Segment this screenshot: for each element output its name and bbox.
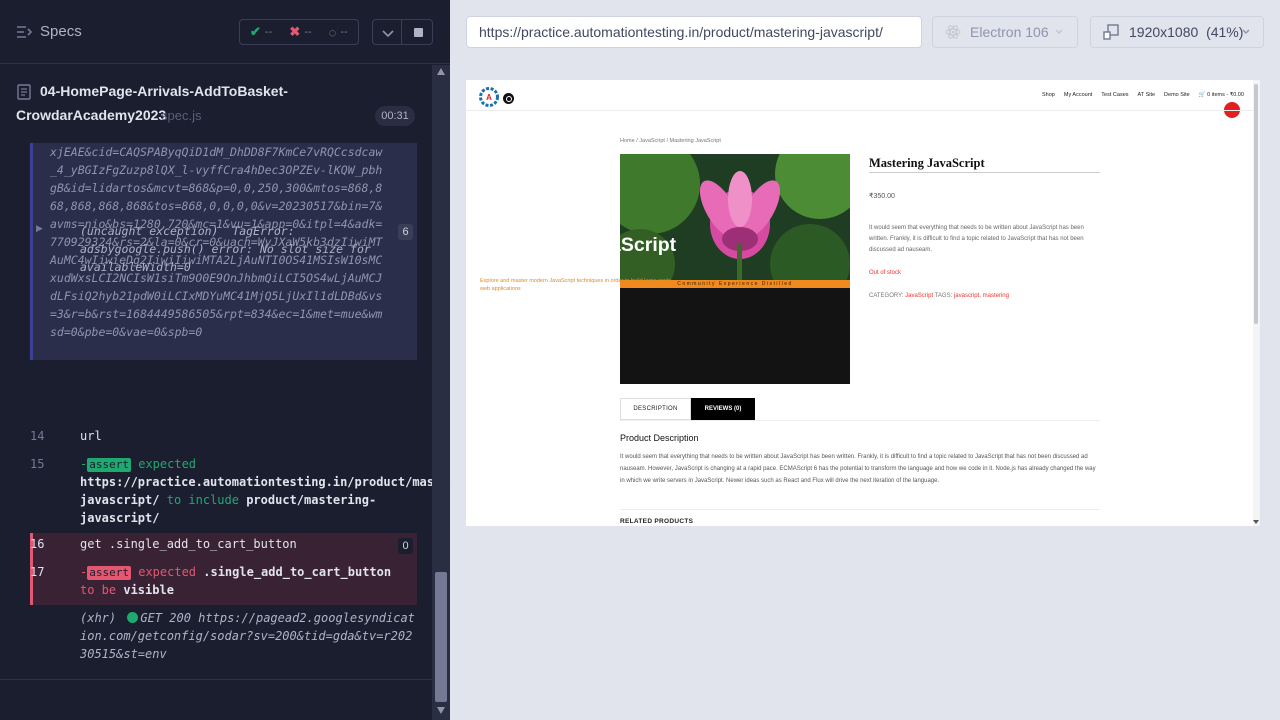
scroll-down-icon[interactable]: [1253, 520, 1259, 524]
stock-status: Out of stock: [869, 270, 902, 276]
passed-stat: ✔ --: [240, 24, 279, 40]
stop-button[interactable]: [401, 19, 433, 45]
test-stats: ✔ -- ✖ -- ◌ --: [239, 19, 359, 45]
related-products-heading: RELATED PRODUCTS: [620, 518, 694, 525]
tab-reviews[interactable]: REVIEWS (0): [691, 398, 755, 420]
chevron-down-icon: [382, 30, 394, 38]
file-icon: [17, 84, 31, 100]
xhr-prefix: (xhr): [80, 611, 117, 625]
product-title: Mastering JavaScript: [869, 156, 985, 170]
assert-selector: .single_add_to_cart_button: [203, 565, 392, 579]
assert-pass-entry[interactable]: - assert expected https://practice.automa…: [80, 455, 485, 527]
assert-tobe: to be: [80, 583, 117, 597]
pending-stat: ◌ --: [319, 25, 358, 40]
nav-shop[interactable]: Shop: [1042, 92, 1055, 98]
site-logo-icon[interactable]: A: [478, 86, 500, 108]
element-count: 0: [398, 538, 413, 554]
stop-icon: [414, 28, 423, 37]
assert-badge: assert: [87, 458, 131, 472]
line-number: 16: [30, 537, 45, 551]
preview-scrollbar-thumb[interactable]: [1254, 84, 1258, 324]
svg-text:A: A: [486, 93, 492, 102]
assert-expected: expected: [138, 565, 197, 579]
product-meta: CATEGORY: JavaScript TAGS: javascript, m…: [869, 293, 1009, 299]
pending-icon: ◌: [328, 24, 337, 40]
tab-description[interactable]: DESCRIPTION: [620, 398, 691, 420]
cover-subtitle: Explore and master modern JavaScript tec…: [480, 278, 672, 292]
site-search-icon[interactable]: [503, 93, 514, 104]
nav-demo-site[interactable]: Demo Site: [1164, 92, 1190, 98]
product-price: ₹350.00: [869, 193, 895, 200]
line-number: 17: [30, 565, 45, 579]
url-bar[interactable]: https://practice.automationtesting.in/pr…: [466, 16, 922, 48]
scrollbar-thumb[interactable]: [435, 572, 447, 702]
check-icon: ✔: [250, 24, 261, 39]
xhr-status: GET 200: [140, 611, 191, 625]
chevron-down-icon: [1055, 29, 1063, 34]
tags-link[interactable]: javascript, mastering: [954, 293, 1009, 299]
title-divider: [869, 172, 1100, 173]
cover-title: Mastering JavaScript: [480, 234, 677, 256]
passed-count: --: [264, 26, 273, 38]
assert-expected: expected: [138, 457, 197, 471]
line-number: 14: [30, 429, 45, 443]
spec-name: 04-HomePage-Arrivals-AddToBasket-: [40, 83, 288, 99]
cover-lower: [620, 288, 850, 384]
exception-count: 6: [398, 224, 413, 240]
runner-panel: Specs ✔ -- ✖ -- ◌ -- 04-HomePage-Arrival…: [0, 0, 485, 720]
exception-entry[interactable]: (uncaught exception) TagError: adsbygoog…: [80, 222, 400, 276]
site-nav: Shop My Account Test Cases AT Site Demo …: [1042, 92, 1244, 98]
nav-test-cases[interactable]: Test Cases: [1101, 92, 1128, 98]
app-preview[interactable]: A Shop My Account Test Cases AT Site Dem…: [466, 80, 1260, 526]
pending-count: --: [340, 26, 348, 38]
spec-extension: spec.js: [161, 108, 202, 123]
status-dot-icon: [127, 612, 139, 623]
nav-at-site[interactable]: AT Site: [1138, 92, 1156, 98]
url-command[interactable]: url: [80, 427, 102, 445]
scroll-up-icon[interactable]: [437, 68, 445, 75]
product-image[interactable]: Community Experience Distilled: [620, 154, 850, 384]
tags-label: TAGS:: [934, 293, 953, 299]
specs-list-icon[interactable]: [16, 24, 32, 40]
tabs-divider: [620, 420, 1100, 421]
get-command[interactable]: get .single_add_to_cart_button: [80, 535, 297, 553]
lotus-flower-image: [620, 154, 850, 280]
assert-badge: assert: [87, 566, 131, 580]
nav-cart[interactable]: 🛒 0 items - ₹0.00: [1199, 92, 1244, 98]
nav-my-account[interactable]: My Account: [1064, 92, 1092, 98]
breadcrumb[interactable]: Home / JavaScript / Mastering JavaScript: [620, 138, 721, 144]
spec-header: [0, 65, 432, 145]
header-divider: [466, 110, 1253, 111]
assert-visible: visible: [123, 583, 174, 597]
category-label: CATEGORY:: [869, 293, 904, 299]
product-description-heading: Product Description: [620, 433, 699, 443]
spec-duration: 00:31: [375, 106, 415, 126]
cross-icon: ✖: [289, 24, 301, 39]
category-link[interactable]: JavaScript: [905, 293, 933, 299]
expand-caret-icon[interactable]: ▶: [36, 224, 43, 234]
product-short-description: It would seem that everything that needs…: [869, 225, 1084, 253]
product-description-text: It would seem that everything that needs…: [620, 454, 1096, 484]
expand-collapse-button[interactable]: [372, 19, 402, 45]
failed-count: --: [304, 26, 312, 38]
viewport-icon: [1103, 24, 1119, 40]
spec-name-cont: CrowdarAcademy2023: [16, 107, 167, 123]
scroll-down-icon[interactable]: [437, 707, 445, 714]
failed-stat: ✖ --: [279, 24, 318, 40]
divider: [0, 679, 432, 680]
specs-header: Specs ✔ -- ✖ -- ◌ --: [0, 0, 450, 64]
chevron-down-icon: [1242, 29, 1250, 34]
electron-icon: [945, 25, 961, 39]
xhr-entry[interactable]: (xhr) GET 200 https://pagead2.googlesynd…: [80, 609, 415, 663]
line-number: 15: [30, 457, 45, 471]
assert-include: to include: [166, 493, 239, 507]
preview-scrollbar[interactable]: [1253, 80, 1260, 526]
specs-title[interactable]: Specs: [40, 23, 82, 40]
related-divider: [620, 509, 1100, 510]
assert-fail-entry[interactable]: - assert expected .single_add_to_cart_but…: [80, 563, 410, 599]
